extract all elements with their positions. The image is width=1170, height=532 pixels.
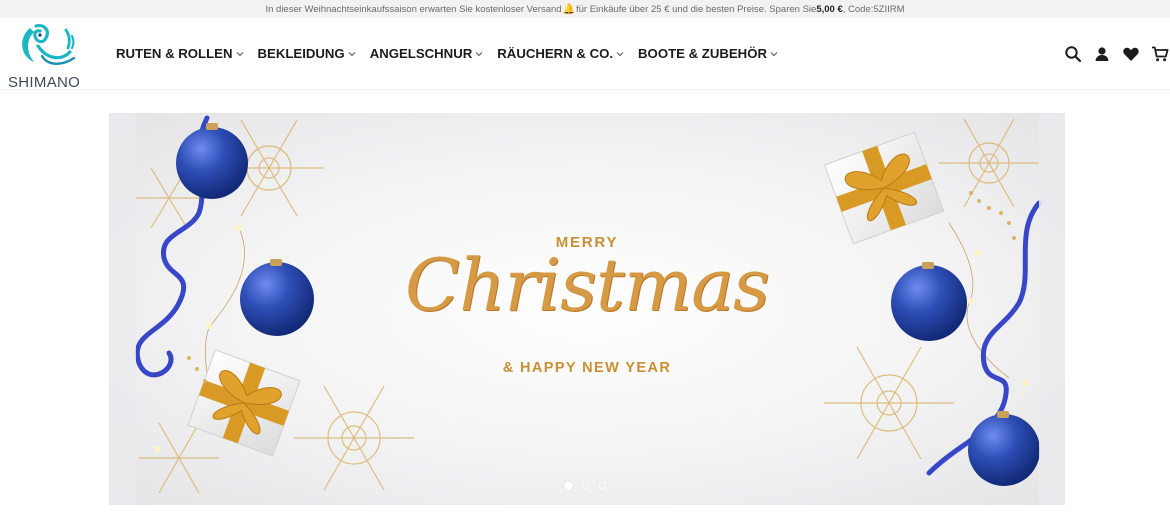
banner-new-year: & HAPPY NEW YEAR	[502, 360, 672, 376]
search-icon[interactable]	[1064, 45, 1082, 63]
promo-bar: In dieser Weihnachtseinkaufssaison erwar…	[0, 0, 1170, 18]
banner-greeting: MERRY Christmas & HAPPY NEW YEAR	[109, 113, 1065, 505]
nav-item-raeuchern[interactable]: RÄUCHERN & CO.	[497, 46, 624, 61]
fish-logo-icon	[22, 24, 76, 65]
chevron-down-icon	[236, 51, 243, 56]
nav-label: BEKLEIDUNG	[257, 46, 345, 61]
hero-slider[interactable]: MERRY Christmas & HAPPY NEW YEAR	[109, 113, 1065, 505]
wishlist-icon[interactable]	[1122, 45, 1140, 63]
promo-amount: 5,00 €	[816, 3, 843, 15]
nav-item-boote-zubehoer[interactable]: BOOTE & ZUBEHÖR	[638, 46, 778, 61]
bell-icon: 🔔	[562, 3, 575, 15]
promo-text-cont: für Einkäufe über 25 € und die besten Pr…	[576, 3, 817, 15]
main-nav: RUTEN & ROLLEN BEKLEIDUNG ANGELSCHNUR RÄ…	[116, 46, 792, 61]
nav-label: RÄUCHERN & CO.	[497, 46, 614, 61]
chevron-down-icon	[475, 51, 483, 56]
slider-pagination	[564, 481, 615, 490]
account-icon[interactable]	[1093, 45, 1111, 63]
nav-label: BOOTE & ZUBEHÖR	[638, 46, 767, 61]
site-header: SHIMANO RUTEN & ROLLEN BEKLEIDUNG ANGELS…	[0, 18, 1170, 91]
header-icons	[1064, 45, 1170, 63]
promo-text: In dieser Weihnachtseinkaufssaison erwar…	[265, 3, 562, 15]
brand-name: SHIMANO	[8, 74, 81, 91]
nav-label: RUTEN & ROLLEN	[116, 46, 233, 61]
banner-christmas: Christmas	[405, 243, 770, 327]
nav-item-ruten-rollen[interactable]: RUTEN & ROLLEN	[116, 46, 244, 61]
chevron-down-icon	[348, 51, 356, 56]
nav-label: ANGELSCHNUR	[369, 46, 473, 61]
slide-dot-1[interactable]	[564, 481, 573, 490]
chevron-down-icon	[616, 51, 624, 56]
brand-logo[interactable]: SHIMANO	[6, 22, 92, 91]
nav-item-bekleidung[interactable]: BEKLEIDUNG	[258, 46, 356, 61]
slide-dot-2[interactable]	[581, 481, 590, 490]
promo-code: , Code:5ZIIRM	[842, 3, 905, 15]
slide-dot-3[interactable]	[598, 481, 607, 490]
nav-item-angelschnur[interactable]: ANGELSCHNUR	[370, 46, 484, 61]
chevron-down-icon	[770, 51, 778, 56]
cart-icon[interactable]	[1151, 45, 1169, 63]
